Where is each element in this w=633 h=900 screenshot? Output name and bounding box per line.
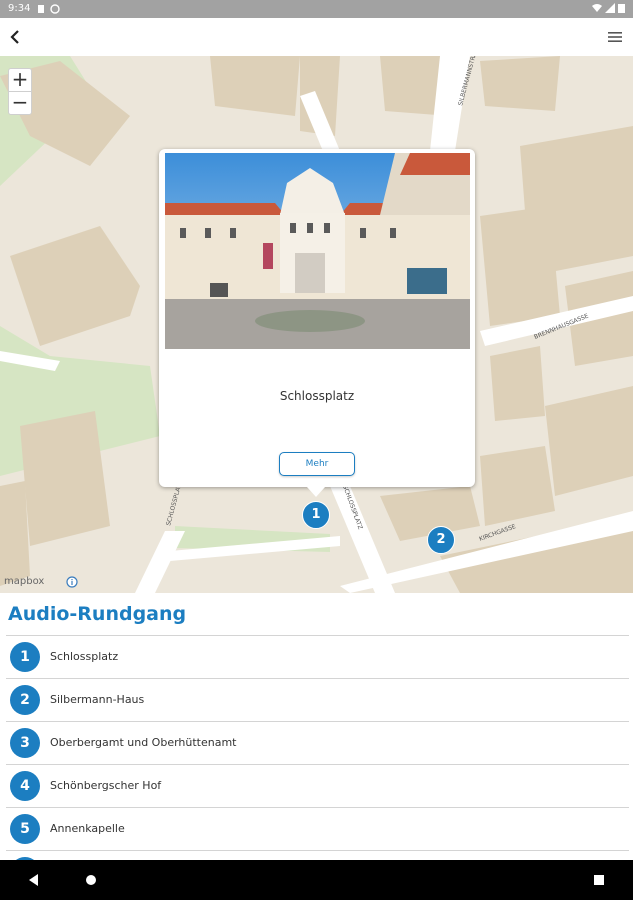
tour-list-item[interactable]: 1 Schlossplatz [6,635,629,678]
section-title: Audio-Rundgang [8,603,187,625]
status-bar: 9:34 [0,0,633,18]
list-item-label: Oberbergamt und Oberhüttenamt [50,736,237,749]
tour-list-item[interactable]: 3 Oberbergamt und Oberhüttenamt [6,721,629,764]
nav-recents-icon[interactable] [591,872,607,888]
app-bar [0,18,633,56]
system-nav-bar [0,860,633,900]
list-item-number: 5 [10,814,40,844]
back-arrow-icon[interactable] [4,24,30,50]
popup-title: Schlossplatz [279,389,355,403]
map-marker-1[interactable]: 1 [302,501,330,529]
status-time: 9:34 [8,3,31,14]
zoom-in-button[interactable]: + [9,69,31,92]
schlossplatz-photo [165,153,470,349]
list-item-label: Annenkapelle [50,822,125,835]
list-item-number: 4 [10,771,40,801]
tour-list: 1 Schlossplatz 2 Silbermann-Haus 3 Oberb… [6,635,629,893]
list-item-label: Schönbergscher Hof [50,779,162,792]
zoom-out-button[interactable]: − [9,92,31,114]
signal-icon [604,3,615,13]
wifi-icon [591,4,602,12]
mapbox-logo[interactable]: mapbox [4,576,44,587]
nav-home-icon[interactable] [83,872,99,888]
map-marker-2[interactable]: 2 [427,526,455,554]
hamburger-menu-icon[interactable] [603,25,627,49]
list-item-number: 3 [10,728,40,758]
poi-popup: Schlossplatz Mehr [159,149,475,487]
battery-icon [618,4,625,13]
popup-pointer [307,487,325,497]
info-icon[interactable] [66,576,78,588]
zoom-controls: + − [8,68,32,115]
list-item-label: Silbermann-Haus [50,693,145,706]
sync-icon [50,4,60,14]
nav-back-icon[interactable] [26,872,42,888]
tour-list-item[interactable]: 2 Silbermann-Haus [6,678,629,721]
sim-card-icon [38,5,44,13]
list-item-label: Schlossplatz [50,650,119,663]
list-item-number: 2 [10,685,40,715]
mehr-button[interactable]: Mehr [279,452,355,476]
tour-list-item[interactable]: 4 Schönbergscher Hof [6,764,629,807]
list-item-number: 1 [10,642,40,672]
status-right-icons [591,3,625,16]
tour-list-item[interactable]: 5 Annenkapelle [6,807,629,850]
